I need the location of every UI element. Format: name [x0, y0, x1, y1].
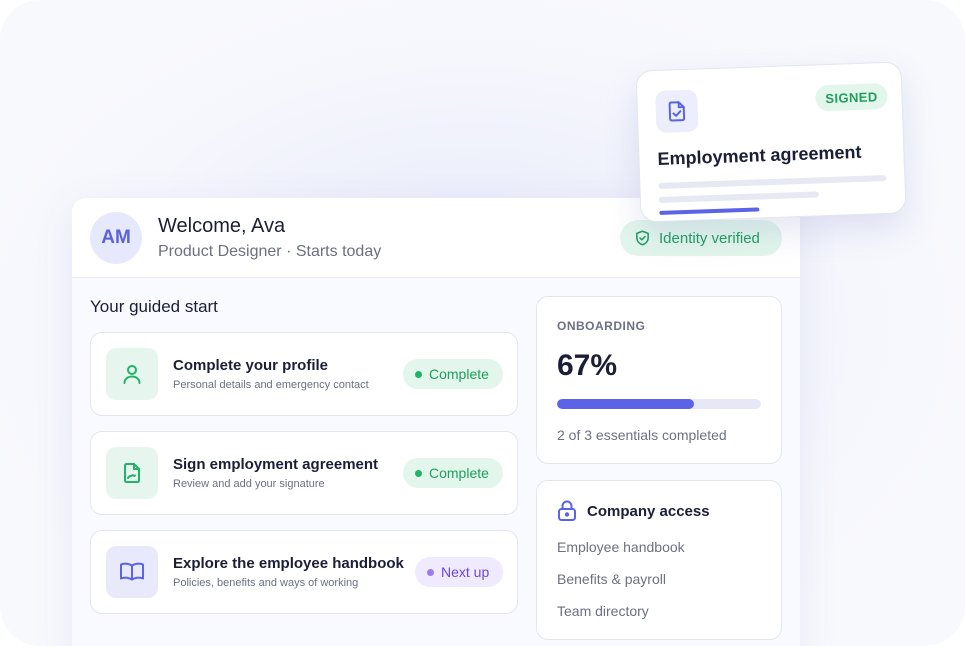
document-check-icon: [668, 101, 686, 122]
task-title: Complete your profile: [173, 357, 329, 374]
onboarding-progress-card: ONBOARDING 67% 2 of 3 essentials complet…: [536, 296, 782, 464]
status-label: Complete: [429, 465, 489, 481]
employment-agreement-card[interactable]: SIGNED Employment agreement: [635, 61, 907, 223]
welcome-title: Welcome, Ava: [158, 215, 286, 237]
company-access-card: Company access Employee handbook Benefit…: [536, 480, 782, 640]
access-link-benefits[interactable]: Benefits & payroll: [557, 571, 666, 587]
onboarding-percent: 67%: [557, 349, 618, 382]
welcome-subtitle: Product Designer · Starts today: [158, 243, 382, 260]
lock-icon: [558, 500, 576, 521]
task-complete-profile[interactable]: Complete your profile Personal details a…: [90, 332, 518, 416]
task-description: Policies, benefits and ways of working: [173, 577, 359, 589]
task-description: Personal details and emergency contact: [173, 379, 369, 391]
signature-icon: [124, 463, 140, 483]
status-badge: Complete: [403, 458, 503, 488]
status-dot: [415, 370, 422, 378]
user-icon: [123, 365, 141, 384]
task-explore-handbook[interactable]: Explore the employee handbook Policies, …: [90, 530, 518, 614]
book-icon: [120, 562, 144, 581]
onboarding-label: ONBOARDING: [557, 319, 646, 333]
shield-check-icon: [636, 230, 649, 246]
agreement-title: Employment agreement: [657, 141, 862, 169]
guided-start-title: Your guided start: [90, 297, 218, 316]
access-link-handbook[interactable]: Employee handbook: [557, 539, 685, 555]
onboarding-note: 2 of 3 essentials completed: [557, 427, 727, 443]
signature-line: [659, 207, 760, 215]
status-label: Complete: [429, 366, 489, 382]
task-title: Explore the employee handbook: [173, 555, 404, 572]
placeholder-line: [658, 191, 819, 203]
task-description: Review and add your signature: [173, 478, 325, 490]
status-dot: [415, 469, 422, 477]
onboarding-progress-bar: [557, 399, 761, 409]
status-label: Next up: [441, 564, 490, 580]
progress-fill: [557, 399, 694, 409]
identity-verified-label: Identity verified: [659, 229, 760, 247]
identity-verified-badge: Identity verified: [620, 220, 782, 256]
placeholder-line: [658, 174, 887, 189]
task-title: Sign employment agreement: [173, 456, 379, 473]
company-access-title: Company access: [587, 503, 710, 520]
onboarding-card: AM Welcome, Ava Product Designer · Start…: [72, 198, 800, 646]
status-badge: Next up: [415, 557, 503, 587]
access-link-directory[interactable]: Team directory: [557, 603, 649, 619]
task-sign-agreement[interactable]: Sign employment agreement Review and add…: [90, 431, 518, 515]
signed-badge: SIGNED: [815, 82, 888, 112]
status-dot: [427, 568, 434, 576]
avatar: AM: [90, 212, 142, 264]
status-badge: Complete: [403, 359, 503, 389]
